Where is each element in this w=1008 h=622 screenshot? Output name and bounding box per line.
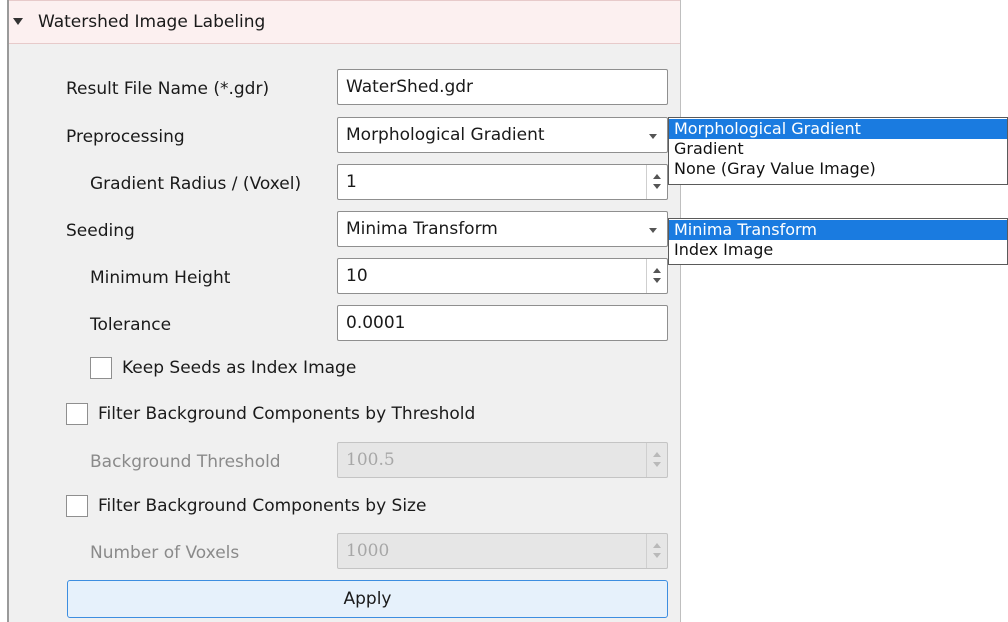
tolerance-label: Tolerance (90, 315, 172, 335)
tolerance-input[interactable]: 0.0001 (337, 305, 668, 341)
seeding-dropdown-list[interactable]: Minima Transform Index Image (668, 218, 1008, 265)
background-threshold-spinbox[interactable]: 100.5 (337, 442, 668, 478)
gradient-radius-label: Gradient Radius / (Voxel) (90, 174, 302, 194)
filter-threshold-checkbox[interactable] (66, 403, 88, 425)
minimum-height-label: Minimum Height (90, 268, 231, 288)
collapse-triangle-icon[interactable] (13, 18, 23, 25)
spin-down-icon[interactable] (653, 553, 661, 558)
minimum-height-value: 10 (346, 266, 368, 286)
dropdown-option[interactable]: None (Gray Value Image) (669, 159, 1007, 179)
spin-buttons[interactable] (646, 165, 667, 199)
filter-size-checkbox[interactable] (66, 495, 88, 517)
spin-buttons[interactable] (646, 259, 667, 293)
dropdown-option[interactable]: Minima Transform (669, 220, 1007, 240)
spin-down-icon[interactable] (653, 278, 661, 283)
panel-title: Watershed Image Labeling (38, 12, 266, 32)
preprocessing-label: Preprocessing (66, 127, 185, 147)
gradient-radius-spinbox[interactable]: 1 (337, 164, 668, 200)
minimum-height-spinbox[interactable]: 10 (337, 258, 668, 294)
seeding-value: Minima Transform (346, 219, 498, 239)
spin-up-icon[interactable] (653, 452, 661, 457)
result-file-input[interactable]: WaterShed.gdr (337, 69, 668, 105)
spin-down-icon[interactable] (653, 462, 661, 467)
seeding-combo[interactable]: Minima Transform (337, 211, 668, 247)
tolerance-value: 0.0001 (346, 313, 406, 333)
result-file-value: WaterShed.gdr (346, 77, 474, 97)
spin-up-icon[interactable] (653, 174, 661, 179)
result-file-label: Result File Name (*.gdr) (66, 79, 270, 99)
dropdown-option[interactable]: Morphological Gradient (669, 119, 1007, 139)
spin-up-icon[interactable] (653, 543, 661, 548)
filter-threshold-label[interactable]: Filter Background Components by Threshol… (98, 404, 475, 424)
spin-up-icon[interactable] (653, 268, 661, 273)
spin-buttons[interactable] (646, 534, 667, 568)
number-of-voxels-label: Number of Voxels (90, 543, 240, 563)
preprocessing-value: Morphological Gradient (346, 125, 545, 145)
dropdown-option[interactable]: Gradient (669, 139, 1007, 159)
dropdown-option[interactable]: Index Image (669, 240, 1007, 260)
apply-button[interactable]: Apply (67, 580, 668, 618)
preprocessing-combo[interactable]: Morphological Gradient (337, 117, 668, 153)
filter-size-label[interactable]: Filter Background Components by Size (98, 496, 426, 516)
keep-seeds-label[interactable]: Keep Seeds as Index Image (122, 358, 356, 378)
panel-header[interactable]: Watershed Image Labeling (9, 0, 680, 44)
background-threshold-label: Background Threshold (90, 452, 281, 472)
keep-seeds-checkbox[interactable] (90, 357, 112, 379)
number-of-voxels-spinbox[interactable]: 1000 (337, 533, 668, 569)
watershed-panel: Watershed Image Labeling Result File Nam… (7, 0, 681, 622)
spin-buttons[interactable] (646, 443, 667, 477)
chevron-down-icon[interactable] (649, 134, 657, 139)
gradient-radius-value: 1 (346, 172, 357, 192)
chevron-down-icon[interactable] (649, 228, 657, 233)
seeding-label: Seeding (66, 221, 135, 241)
number-of-voxels-value: 1000 (346, 541, 390, 561)
preprocessing-dropdown-list[interactable]: Morphological Gradient Gradient None (Gr… (668, 117, 1008, 185)
spin-down-icon[interactable] (653, 184, 661, 189)
background-threshold-value: 100.5 (346, 450, 395, 470)
